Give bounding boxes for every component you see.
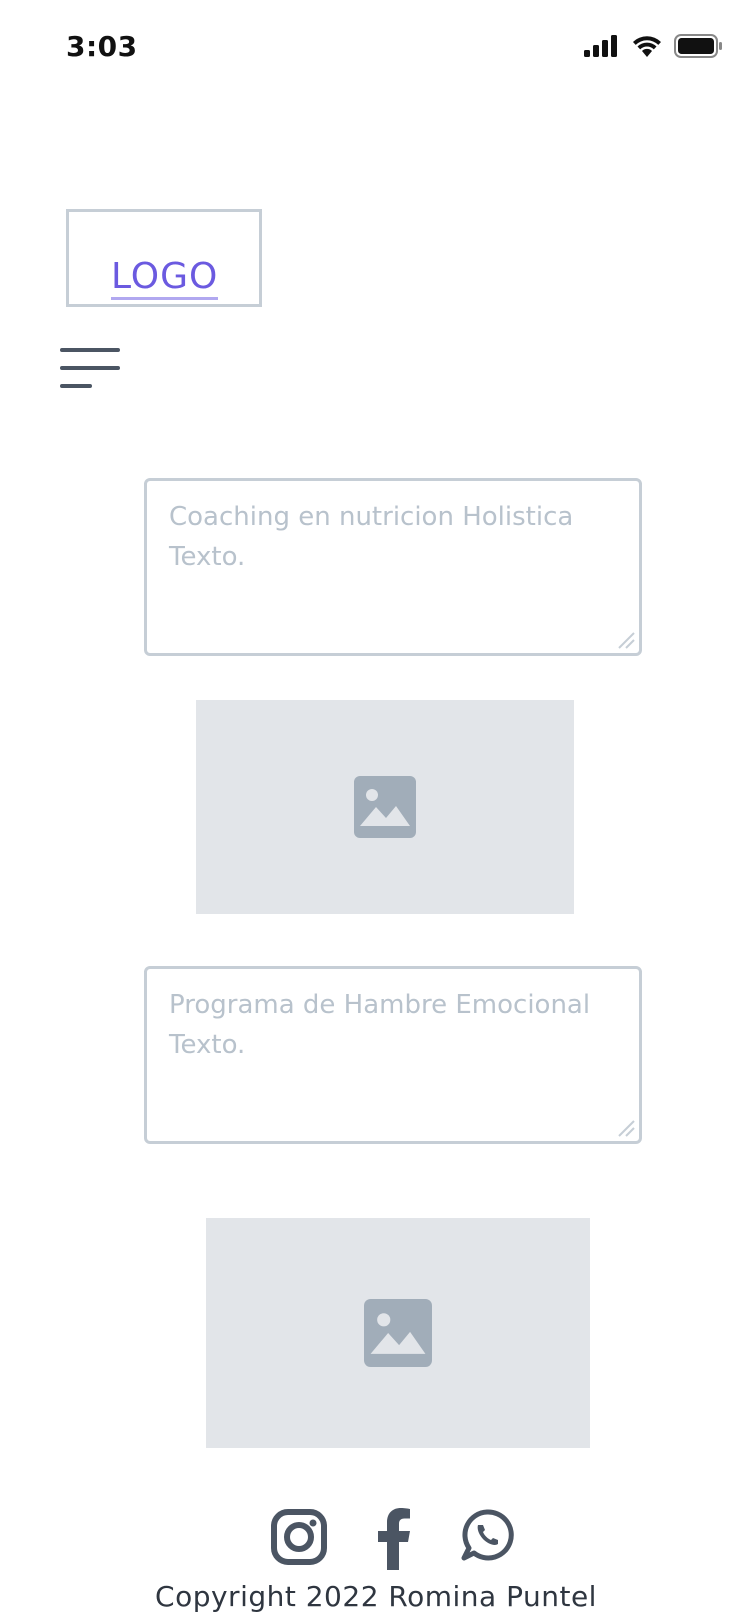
wifi-icon [633,36,661,57]
cellular-signal-icon [584,35,617,57]
section-2-image [206,1218,590,1448]
copyright-text: Copyright 2022 Romina Puntel [155,1580,597,1613]
hamburger-menu-icon[interactable] [58,345,122,391]
social-links [0,1508,752,1572]
section-2-body: Texto. [169,1030,246,1060]
battery-icon [674,34,722,58]
resize-grip-icon[interactable] [617,631,635,649]
instagram-icon[interactable] [270,1508,328,1566]
section-1-textarea[interactable]: Coaching en nutricion Holistica Texto. [144,478,642,656]
status-time: 3:03 [66,30,138,63]
status-bar: 3:03 [0,0,752,96]
status-icons [584,34,722,58]
image-placeholder-icon [364,1299,432,1367]
menu-line [60,384,92,388]
section-1-body: Texto. [169,542,246,572]
logo-link[interactable]: LOGO [111,259,219,300]
section-2-textarea[interactable]: Programa de Hambre Emocional Texto. [144,966,642,1144]
resize-grip-icon[interactable] [617,1119,635,1137]
section-1-title: Coaching en nutricion Holistica [169,502,574,532]
image-placeholder-icon [354,776,416,838]
whatsapp-icon[interactable] [460,1508,514,1562]
menu-line [60,366,120,370]
section-1-image [196,700,574,914]
menu-line [60,348,120,352]
section-2-title: Programa de Hambre Emocional [169,990,591,1020]
facebook-icon[interactable] [376,1508,412,1570]
logo-box: LOGO [66,209,262,307]
